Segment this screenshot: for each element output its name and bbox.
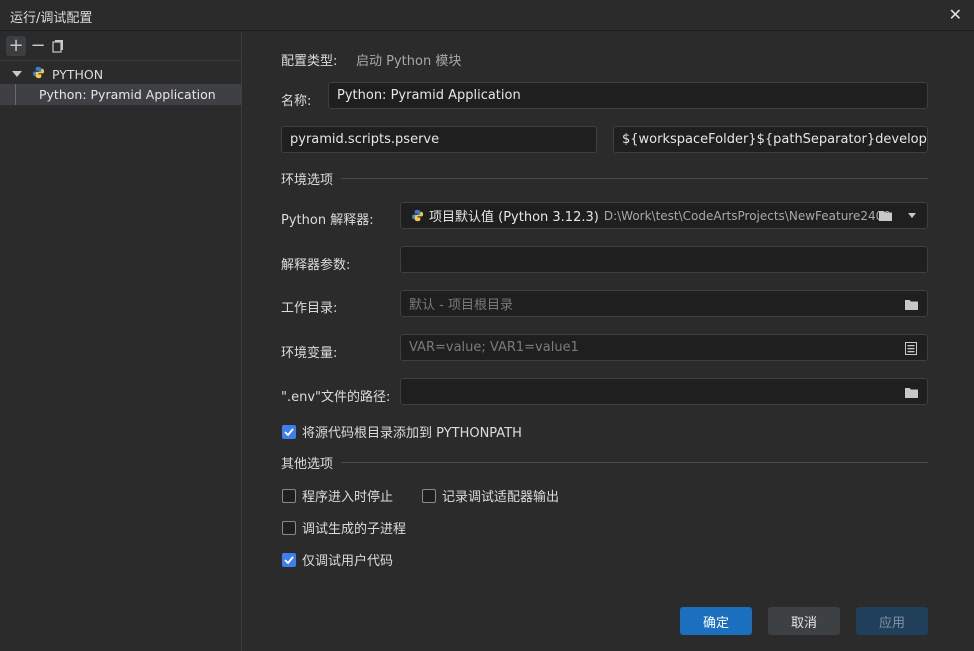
stop-on-entry-checkbox[interactable]: 程序进入时停止: [282, 486, 393, 505]
module-field-value: pyramid.scripts.pserve: [290, 132, 440, 147]
checkbox-unchecked-icon[interactable]: [282, 488, 296, 503]
interpreter-select[interactable]: 项目默认值 (Python 3.12.3) D:\Work\test\CodeA…: [400, 202, 928, 229]
toolbar-divider: [0, 60, 242, 61]
ok-button[interactable]: 确定: [680, 607, 752, 635]
workdir-placeholder: 默认 - 项目根目录: [409, 298, 513, 313]
log-adapter-label: 记录调试适配器输出: [442, 490, 560, 505]
subprocess-checkbox[interactable]: 调试生成的子进程: [282, 518, 406, 537]
other-section-title: 其他选项: [281, 456, 334, 472]
chevron-down-icon[interactable]: [12, 71, 22, 77]
config-type-value: 启动 Python 模块: [356, 54, 462, 69]
envvars-field[interactable]: VAR=value; VAR1=value1: [400, 334, 928, 361]
python-icon: [411, 209, 424, 222]
envfile-label: ".env"文件的路径:: [281, 390, 391, 405]
folder-icon[interactable]: [878, 209, 893, 222]
args-field[interactable]: ${workspaceFolder}${pathSeparator}develo…: [613, 126, 928, 153]
just-my-code-checkbox[interactable]: 仅调试用户代码: [282, 550, 393, 569]
subprocess-label: 调试生成的子进程: [302, 522, 407, 537]
add-pythonpath-label: 将源代码根目录添加到 PYTHONPATH: [302, 426, 522, 441]
workdir-field[interactable]: 默认 - 项目根目录: [400, 290, 928, 317]
interpreter-label: Python 解释器:: [281, 213, 374, 228]
interpreter-value: 项目默认值 (Python 3.12.3): [429, 210, 599, 225]
minus-icon[interactable]: −: [28, 36, 48, 56]
run-debug-config-dialog: 运行/调试配置 ✕ + − PYTHON Python: Pyramid App…: [0, 0, 974, 651]
cancel-button[interactable]: 取消: [768, 607, 840, 635]
env-section-header: 环境选项: [281, 170, 928, 188]
name-field[interactable]: Python: Pyramid Application: [328, 82, 928, 109]
checkbox-unchecked-icon[interactable]: [282, 520, 296, 535]
tree-guide-line: [15, 84, 16, 105]
envfile-field[interactable]: [400, 378, 928, 405]
checkbox-checked-icon[interactable]: [282, 424, 296, 439]
stop-on-entry-label: 程序进入时停止: [302, 490, 394, 505]
tree-item-label: Python: Pyramid Application: [39, 87, 216, 102]
name-label: 名称:: [281, 94, 312, 109]
copy-icon[interactable]: [48, 36, 68, 56]
config-tree-panel: + − PYTHON Python: Pyramid Application: [0, 32, 242, 651]
folder-icon[interactable]: [903, 296, 919, 312]
just-my-code-label: 仅调试用户代码: [302, 554, 394, 569]
name-field-value: Python: Pyramid Application: [337, 88, 521, 103]
chevron-down-icon[interactable]: [908, 213, 916, 218]
python-icon: [32, 66, 45, 83]
list-edit-icon[interactable]: [903, 340, 919, 356]
add-pythonpath-checkbox[interactable]: 将源代码根目录添加到 PYTHONPATH: [282, 422, 522, 441]
apply-button[interactable]: 应用: [856, 607, 928, 635]
workdir-label: 工作目录:: [281, 301, 338, 316]
section-divider: [341, 461, 928, 463]
plus-icon[interactable]: +: [6, 36, 26, 56]
other-section-header: 其他选项: [281, 454, 928, 472]
envvars-placeholder: VAR=value; VAR1=value1: [409, 340, 579, 355]
log-adapter-checkbox[interactable]: 记录调试适配器输出: [422, 486, 559, 505]
close-icon[interactable]: ✕: [949, 5, 962, 24]
tree-item-pyramid[interactable]: Python: Pyramid Application: [0, 84, 242, 105]
interpreter-path: D:\Work\test\CodeArtsProjects\NewFeature…: [603, 208, 889, 223]
checkbox-unchecked-icon[interactable]: [422, 488, 436, 503]
section-divider: [341, 177, 928, 179]
title-bar: 运行/调试配置 ✕: [0, 0, 974, 31]
window-title: 运行/调试配置: [10, 11, 93, 26]
interp-args-label: 解释器参数:: [281, 258, 351, 273]
tree-group-label: PYTHON: [52, 66, 104, 82]
tree-group-python[interactable]: PYTHON: [0, 64, 242, 84]
env-section-title: 环境选项: [281, 172, 334, 188]
args-field-value: ${workspaceFolder}${pathSeparator}develo…: [622, 132, 927, 147]
config-form: 配置类型: 启动 Python 模块 名称: Python: Pyramid A…: [243, 32, 974, 651]
folder-icon[interactable]: [903, 384, 919, 400]
config-type-label: 配置类型:: [281, 54, 338, 69]
checkbox-checked-icon[interactable]: [282, 552, 296, 567]
interp-args-field[interactable]: [400, 246, 928, 273]
module-field[interactable]: pyramid.scripts.pserve: [281, 126, 597, 153]
envvars-label: 环境变量:: [281, 346, 338, 361]
